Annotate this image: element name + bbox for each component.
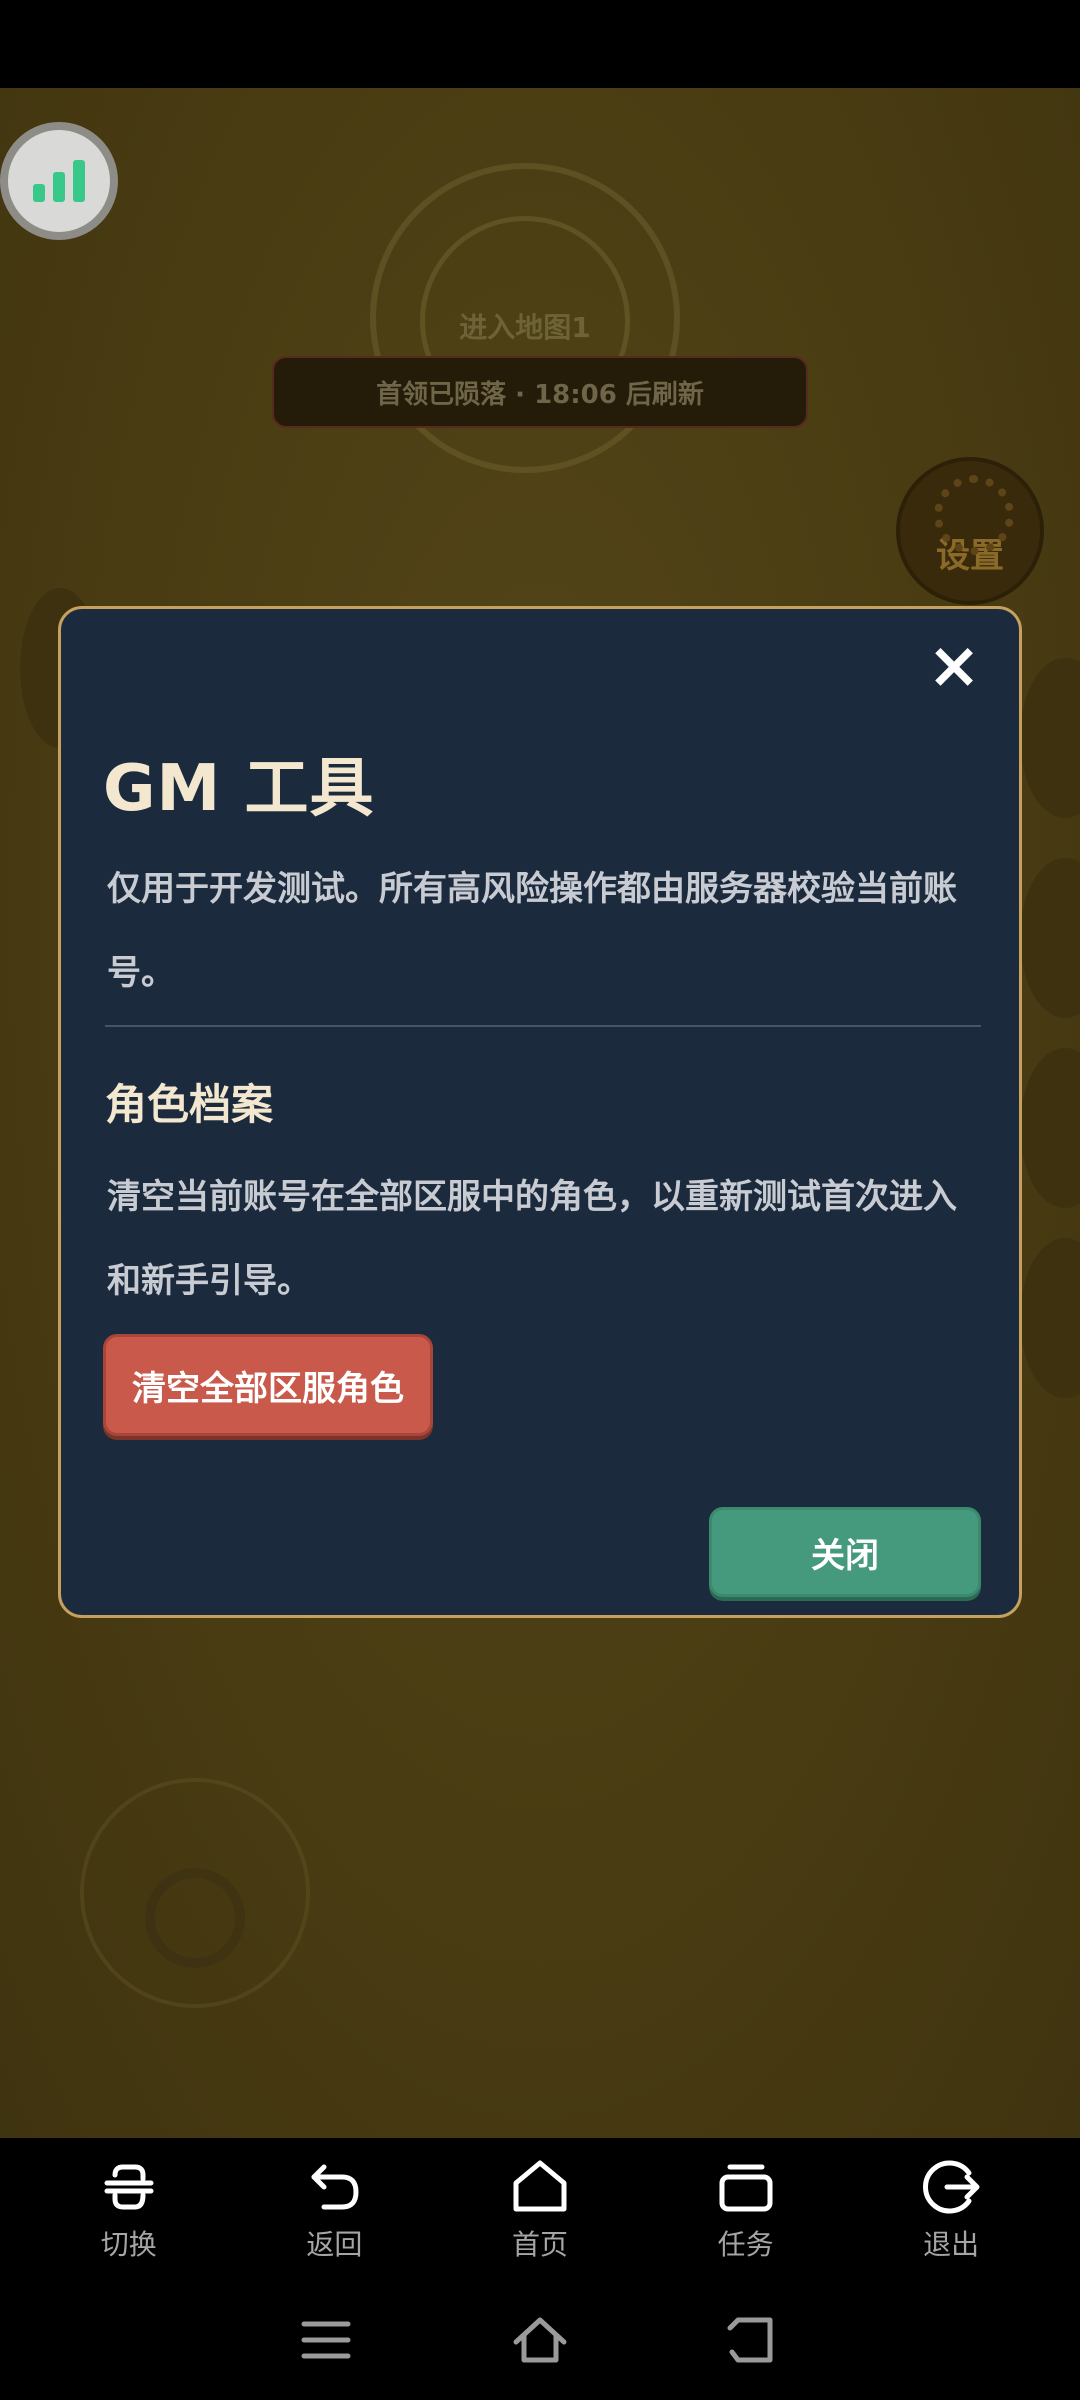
side-button[interactable] [1020,1048,1080,1208]
map-title: 进入地图1 [459,311,591,344]
home-icon [513,2160,567,2212]
home-icon[interactable] [512,2312,568,2368]
toolbar-home-button[interactable]: 首页 [450,2155,630,2263]
menu-icon[interactable] [298,2312,354,2368]
toolbar-back-button[interactable]: 返回 [244,2155,424,2263]
toolbar-exit-button[interactable]: 退出 [861,2155,1041,2263]
toolbar-tasks-button[interactable]: 任务 [656,2155,836,2263]
toolbar-label: 切换 [100,2228,157,2261]
toolbar-label: 返回 [306,2228,363,2261]
back-icon [311,2164,359,2210]
dialog-title: GM 工具 [103,752,375,826]
section-title-character-profile: 角色档案 [105,1080,274,1129]
gm-tools-dialog: × GM 工具 仅用于开发测试。所有高风险操作都由服务器校验当前账号。 角色档案… [58,606,1022,1618]
toolbar-label: 首页 [511,2228,568,2261]
toolbar-label: 任务 [717,2228,774,2261]
side-button[interactable] [1020,858,1080,1018]
settings-button[interactable]: 设置 [896,457,1044,605]
back-icon[interactable] [726,2312,782,2368]
gear-icon [934,475,1014,555]
section-description: 清空当前账号在全部区服中的角色，以重新测试首次进入和新手引导。 [107,1177,957,1301]
exit-icon [923,2160,980,2214]
joystick-knob[interactable] [145,1868,245,1968]
toolbar-switch-button[interactable]: 切换 [39,2155,219,2263]
close-icon[interactable]: × [919,631,989,701]
toolbar-label: 退出 [923,2228,980,2261]
bottom-toolbar: 切换 返回 首页 任务 退出 [0,2138,1080,2280]
tasks-icon [719,2164,773,2212]
system-nav-bar [0,2280,1080,2400]
signal-bars-icon [33,160,85,202]
side-button[interactable] [1020,658,1080,818]
boss-status-banner: 首领已陨落 · 18:06 后刷新 [272,356,808,428]
switch-icon [104,2164,154,2210]
divider [105,1025,981,1027]
status-bar [0,0,1080,88]
clear-all-characters-button[interactable]: 清空全部区服角色 [103,1334,433,1436]
side-button[interactable] [1020,1238,1080,1398]
close-button[interactable]: 关闭 [709,1507,981,1597]
dialog-description: 仅用于开发测试。所有高风险操作都由服务器校验当前账号。 [107,869,957,993]
network-signal-button[interactable] [0,122,118,240]
